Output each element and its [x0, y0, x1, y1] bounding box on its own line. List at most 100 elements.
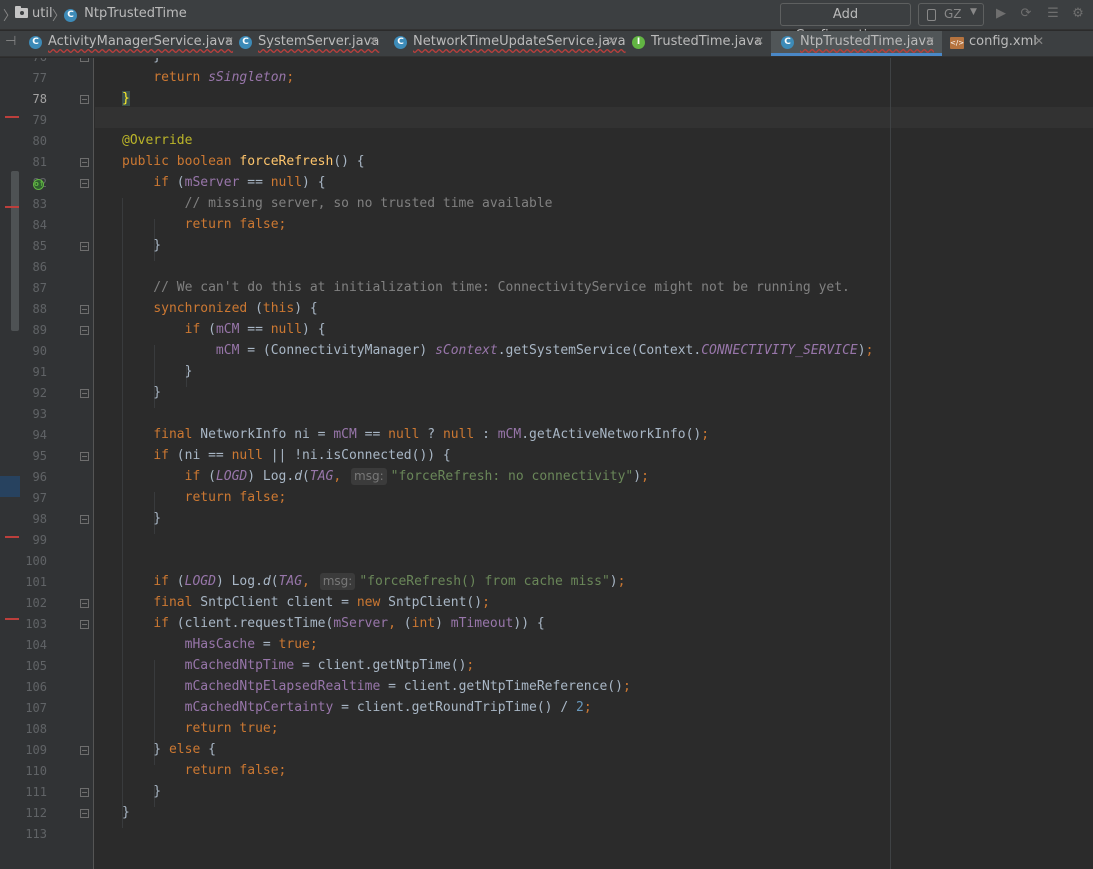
code-line[interactable]: if (mCM == null) {	[122, 319, 326, 340]
fold-toggle-icon[interactable]	[80, 389, 89, 398]
fold-toggle-icon[interactable]	[80, 809, 89, 818]
code-line[interactable]: }	[122, 382, 161, 403]
code-line[interactable]: }	[122, 802, 130, 823]
line-gutter[interactable]: 7677787980818283848586878889909192939495…	[20, 58, 94, 869]
close-icon[interactable]: ✕	[1034, 34, 1044, 48]
code-token: sSingleton	[208, 70, 287, 85]
list-icon[interactable]: ☰	[1045, 6, 1061, 22]
close-icon[interactable]: ✕	[369, 34, 379, 48]
tab-network-time-update-service[interactable]: C NetworkTimeUpdateService.java ✕	[394, 31, 626, 56]
code-token: // We can't do this at initialization ti…	[122, 280, 850, 295]
line-number: 78	[32, 92, 47, 106]
fold-toggle-icon[interactable]	[80, 95, 89, 104]
line-number: 85	[32, 239, 47, 253]
code-token: (	[208, 322, 216, 337]
code-line[interactable]: return false;	[122, 487, 287, 508]
fold-toggle-icon[interactable]	[80, 179, 89, 188]
code-editor[interactable]: 7677787980818283848586878889909192939495…	[0, 58, 1093, 869]
scroll-thumb[interactable]	[11, 171, 19, 331]
code-token: () {	[333, 154, 365, 169]
code-line[interactable]: return sSingleton;	[122, 67, 294, 88]
fold-toggle-icon[interactable]	[80, 620, 89, 629]
tab-activity-manager-service[interactable]: C ActivityManagerService.java ✕	[29, 31, 234, 56]
close-icon[interactable]: ✕	[224, 34, 234, 48]
error-marker[interactable]	[5, 206, 19, 208]
device-selector[interactable]: GZ ▼	[918, 3, 984, 26]
fold-toggle-icon[interactable]	[80, 788, 89, 797]
fold-toggle-icon[interactable]	[80, 305, 89, 314]
override-method-icon[interactable]: o↑	[33, 179, 45, 190]
code-line[interactable]: if (LOGD) Log.d(TAG, msg: "forceRefresh: …	[122, 466, 649, 487]
apply-changes-icon[interactable]: ⟳	[1018, 6, 1034, 22]
close-icon[interactable]: ✕	[754, 34, 764, 48]
tab-ntp-trusted-time[interactable]: C NtpTrustedTime.java ✕	[771, 31, 942, 56]
code-token: = client.getNtpTimeReference()	[380, 679, 623, 694]
code-line[interactable]: }	[122, 361, 193, 382]
code-line[interactable]: }	[122, 508, 161, 529]
line-number: 77	[32, 71, 47, 85]
code-line[interactable]: mCachedNtpTime = client.getNtpTime();	[122, 655, 475, 676]
fold-toggle-icon[interactable]	[80, 158, 89, 167]
error-marker[interactable]	[5, 618, 19, 620]
code-line[interactable]: mHasCache = true;	[122, 634, 318, 655]
tab-list-icon[interactable]: ⊣	[5, 34, 16, 49]
code-line[interactable]: return false;	[122, 214, 287, 235]
close-icon[interactable]: ✕	[925, 34, 935, 48]
fold-toggle-icon[interactable]	[80, 746, 89, 755]
add-configuration-button[interactable]: Add Configuration...	[780, 3, 911, 43]
settings-icon[interactable]: ⚙	[1070, 6, 1086, 22]
code-line[interactable]: // We can't do this at initialization ti…	[122, 277, 850, 298]
code-line[interactable]: }	[122, 58, 161, 67]
run-icon[interactable]: ▶	[993, 6, 1009, 22]
code-line[interactable]: return true;	[122, 718, 279, 739]
current-line-highlight	[95, 107, 1093, 128]
code-line[interactable]: final NetworkInfo ni = mCM == null ? nul…	[122, 424, 709, 445]
line-number: 110	[25, 764, 47, 778]
code-line[interactable]: mCachedNtpCertainty = client.getRoundTri…	[122, 697, 592, 718]
code-line[interactable]: if (client.requestTime(mServer, (int) mT…	[122, 613, 544, 634]
code-line[interactable]: }	[122, 781, 161, 802]
fold-toggle-icon[interactable]	[80, 452, 89, 461]
code-line[interactable]: synchronized (this) {	[122, 298, 317, 319]
code-token: .getActiveNetworkInfo()	[521, 427, 702, 442]
code-line[interactable]: @Override	[122, 130, 192, 151]
code-line[interactable]: mCM = (ConnectivityManager) sContext.get…	[122, 340, 873, 361]
code-token: if	[153, 574, 177, 589]
code-token: if	[153, 616, 177, 631]
fold-toggle-icon[interactable]	[80, 242, 89, 251]
code-line[interactable]: if (LOGD) Log.d(TAG, msg: "forceRefresh()…	[122, 571, 625, 592]
tab-trusted-time[interactable]: I TrustedTime.java ✕	[632, 31, 767, 56]
code-line[interactable]: // missing server, so no trusted time av…	[122, 193, 553, 214]
line-number: 96	[32, 470, 47, 484]
line-number: 89	[32, 323, 47, 337]
tab-label: config.xml	[969, 34, 1037, 49]
tab-system-server[interactable]: C SystemServer.java ✕	[239, 31, 389, 56]
tab-config-xml[interactable]: </> config.xml ✕	[950, 31, 1050, 56]
code-line[interactable]: public boolean forceRefresh() {	[122, 151, 365, 172]
breadcrumb-folder[interactable]: util	[32, 6, 53, 21]
code-line[interactable]: }	[122, 88, 130, 109]
code-token: ;	[482, 595, 490, 610]
code-line[interactable]: return false;	[122, 760, 287, 781]
code-line[interactable]: }	[122, 235, 161, 256]
code-token: else	[168, 742, 209, 757]
code-line[interactable]: } else {	[122, 739, 216, 760]
fold-toggle-icon[interactable]	[80, 515, 89, 524]
code-line[interactable]: final SntpClient client = new SntpClient…	[122, 592, 490, 613]
error-marker[interactable]	[5, 116, 19, 118]
fold-toggle-icon[interactable]	[80, 58, 89, 62]
code-line[interactable]: if (ni == null || !ni.isConnected()) {	[122, 445, 450, 466]
fold-toggle-icon[interactable]	[80, 599, 89, 608]
close-icon[interactable]: ✕	[607, 34, 617, 48]
breadcrumb-file[interactable]: C NtpTrustedTime	[64, 6, 187, 22]
fold-toggle-icon[interactable]	[80, 326, 89, 335]
error-marker[interactable]	[5, 536, 19, 538]
code-line[interactable]: mCachedNtpElapsedRealtime = client.getNt…	[122, 676, 631, 697]
code-token: ;	[641, 469, 649, 484]
code-line[interactable]: if (mServer == null) {	[122, 172, 325, 193]
